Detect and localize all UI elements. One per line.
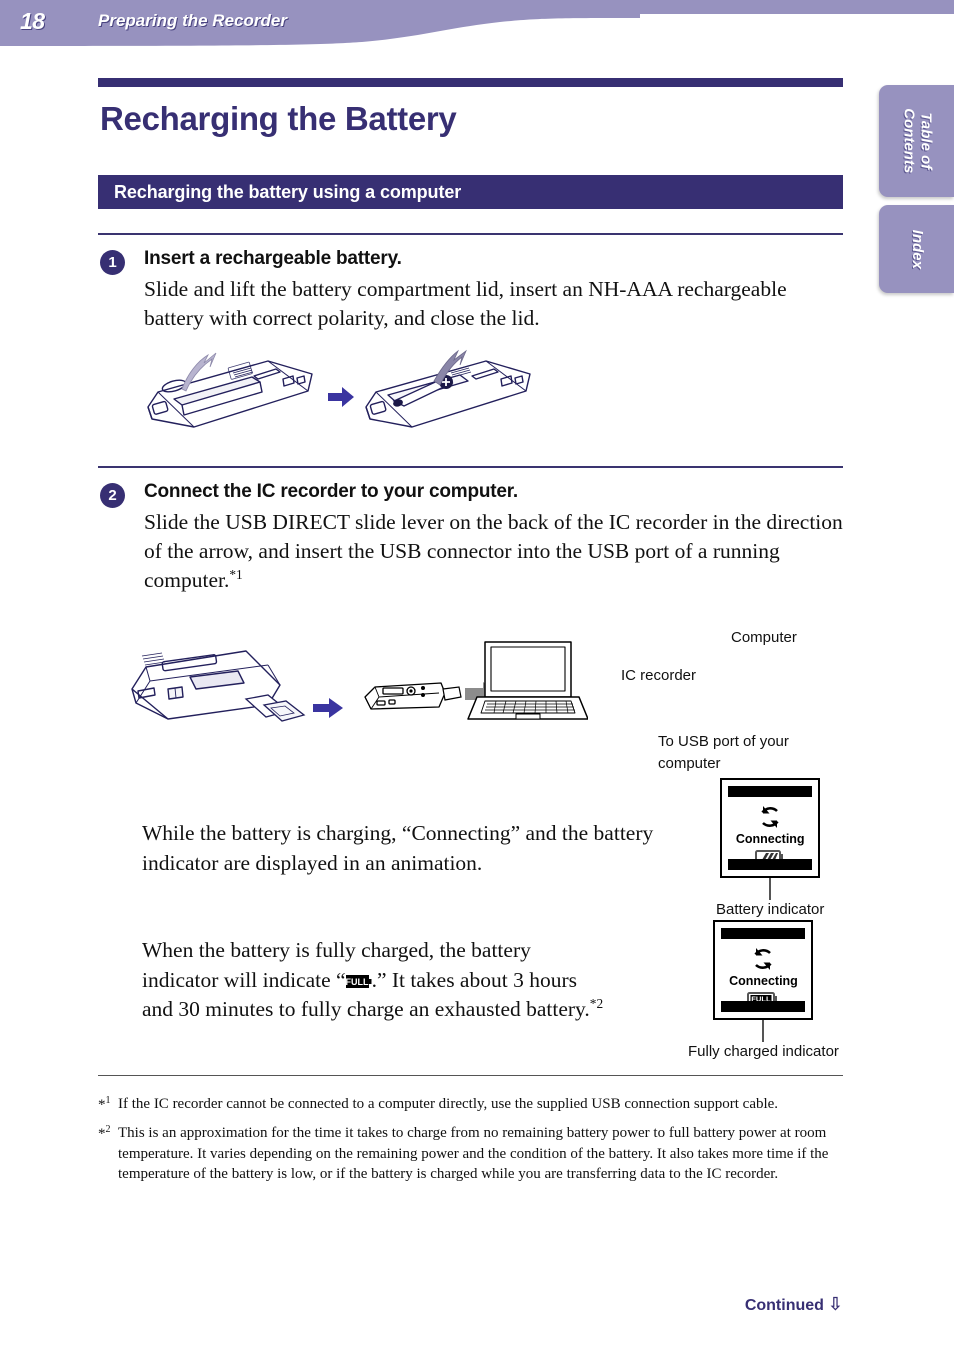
footnote-2-text: This is an approximation for the time it… — [118, 1125, 829, 1183]
step-1-body: Slide and lift the battery compartment l… — [144, 277, 787, 331]
figure-connect-to-computer: Computer IC recorder To USB port of your… — [98, 609, 843, 789]
label-computer: Computer — [731, 629, 797, 647]
lcd-status-text-charging: Connecting — [735, 832, 805, 846]
small-recorder-icon — [364, 682, 446, 710]
recorder-battery-inserted-illustration — [365, 349, 531, 428]
step-2-body: Slide the USB DIRECT slide lever on the … — [144, 508, 843, 595]
section-title: Recharging the battery using a computer — [114, 181, 462, 202]
leader-line — [769, 878, 772, 900]
caption-fully-charged-indicator: Fully charged indicator — [688, 1043, 839, 1060]
paragraph-charging: While the battery is charging, “Connecti… — [142, 821, 654, 875]
step-2-body-text: Slide the USB DIRECT slide lever on the … — [144, 510, 843, 593]
process-arrow-icon — [313, 698, 343, 719]
title-top-rule — [98, 78, 843, 87]
small-usb-plug-icon — [442, 686, 462, 701]
figure-insert-battery — [142, 349, 843, 444]
label-ic-recorder: IC recorder — [621, 667, 697, 685]
step2-divider — [98, 466, 843, 469]
footnote-1-marker: *1 — [98, 1095, 111, 1113]
tab-label-table-of-contents: Table of Contents — [900, 108, 935, 174]
step-2-heading: Connect the IC recorder to your computer… — [144, 481, 518, 503]
usb-connector-icon — [244, 694, 306, 722]
footnotes: *1 If the IC recorder cannot be connecte… — [98, 1094, 846, 1194]
sidebar-tab-index[interactable]: Index — [879, 205, 954, 293]
process-arrow-icon — [328, 386, 354, 407]
laptop-icon — [467, 641, 589, 720]
down-arrow-icon: ⇩ — [827, 1294, 843, 1315]
footnote-1: *1 If the IC recorder cannot be connecte… — [98, 1094, 846, 1114]
footnote-2: *2 This is an approximation for the time… — [98, 1123, 846, 1184]
step1-divider — [98, 233, 843, 235]
lcd-bottom-bar — [728, 859, 813, 870]
leader-line — [762, 1020, 765, 1042]
footnote-1-text: If the IC recorder cannot be connected t… — [118, 1096, 779, 1112]
lcd-screen-charging: Connecting — [720, 778, 821, 878]
tab-inner: Table of Contents — [879, 85, 954, 197]
step-2-number: 2 — [100, 483, 125, 509]
sidebar-tab-table-of-contents[interactable]: Table of Contents — [879, 85, 954, 197]
refresh-cycle-icon — [722, 802, 818, 832]
paragraph-footnote-marker: *2 — [589, 996, 604, 1012]
svg-text:FULL: FULL — [346, 977, 369, 987]
section-header-bar: Recharging the battery using a computer — [98, 175, 843, 209]
step-1-heading: Insert a rechargeable battery. — [144, 248, 402, 269]
refresh-cycle-icon — [715, 944, 811, 974]
tab-label-index: Index — [908, 229, 926, 269]
page-number: 18 — [20, 8, 45, 34]
recorder-lid-open-illustration — [147, 352, 313, 428]
page-title: Recharging the Battery — [100, 100, 457, 137]
continued-label: Continued — [744, 1297, 824, 1314]
label-usb-port: To USB port of your computer — [658, 733, 789, 772]
tab-inner: Index — [879, 205, 954, 293]
caption-battery-indicator: Battery indicator — [716, 901, 825, 918]
usb-connection-diagram: Computer IC recorder To USB port of your… — [353, 609, 797, 789]
footnote-2-marker: *2 — [98, 1124, 111, 1143]
recorder-usb-extended-illustration — [131, 650, 306, 722]
lcd-status-text-full: Connecting — [729, 974, 798, 988]
lcd-full-group: Connecting FULL Fully charged indicator — [688, 920, 839, 1060]
paragraph-fully-charged: When the battery is fully charged, the b… — [142, 936, 612, 1025]
step-1: 1 Insert a rechargeable battery. Slide a… — [98, 248, 843, 333]
step-1-number: 1 — [100, 250, 125, 275]
lcd-screen-full: Connecting FULL — [713, 920, 814, 1020]
step-2-footnote-marker: *1 — [229, 567, 243, 583]
lcd-top-bar — [721, 928, 806, 939]
inline-full-battery-icon: FULL — [345, 967, 372, 988]
continued-footer[interactable]: Continued ⇩ — [0, 1294, 843, 1315]
lcd-charging-group: Connecting Battery indicator — [716, 778, 824, 918]
lcd-bottom-bar — [721, 1001, 806, 1012]
step-2: 2 Connect the IC recorder to your comput… — [98, 481, 843, 595]
footnote-divider — [98, 1075, 843, 1076]
lcd-top-bar — [728, 786, 813, 797]
